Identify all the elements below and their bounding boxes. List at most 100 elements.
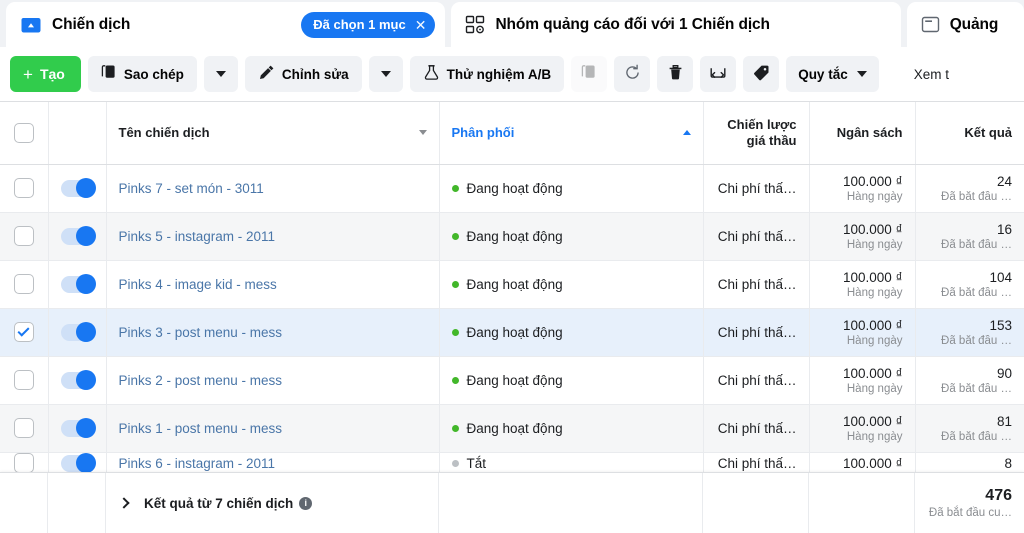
table-row[interactable]: Pinks 4 - image kid - mess Đang hoạt động…	[0, 260, 1024, 309]
campaign-table: Tên chiến dịch Phân phối Chiến lược giá …	[0, 102, 1024, 474]
row-checkbox[interactable]	[13, 178, 34, 198]
row-checkbox[interactable]	[13, 418, 34, 438]
row-status-toggle[interactable]	[60, 226, 96, 246]
campaign-name-link[interactable]: Pinks 7 - set món - 3011	[119, 181, 427, 196]
row-name-cell[interactable]: Pinks 1 - post menu - mess	[106, 404, 440, 453]
summary-footer: Kết quả từ 7 chiến dịch i 476 Đã bắt đầu…	[0, 472, 1024, 533]
row-status-toggle[interactable]	[60, 418, 96, 438]
budget-value: 100.000 ₫	[843, 317, 903, 333]
export-button[interactable]	[700, 56, 737, 92]
table-row[interactable]: Pinks 5 - instagram - 2011 Đang hoạt động…	[0, 212, 1024, 261]
row-name-cell[interactable]: Pinks 5 - instagram - 2011	[106, 212, 440, 261]
row-toggle-cell[interactable]	[48, 164, 107, 213]
row-checkbox-cell[interactable]	[0, 404, 49, 453]
table-row[interactable]: Pinks 2 - post menu - mess Đang hoạt động…	[0, 356, 1024, 405]
row-toggle-cell[interactable]	[48, 356, 107, 405]
row-name-cell[interactable]: Pinks 6 - instagram - 2011	[106, 452, 440, 474]
view-button-label: Xem t	[913, 66, 949, 82]
campaign-name-link[interactable]: Pinks 5 - instagram - 2011	[119, 229, 427, 244]
create-button[interactable]: + Tạo	[10, 56, 81, 92]
delete-button[interactable]	[657, 56, 694, 92]
delivery-status-label: Tắt	[466, 455, 487, 471]
table-header: Tên chiến dịch Phân phối Chiến lược giá …	[0, 102, 1024, 165]
row-toggle-cell[interactable]	[48, 404, 107, 453]
campaign-name-link[interactable]: Pinks 3 - post menu - mess	[119, 325, 427, 340]
refresh-button[interactable]	[614, 56, 651, 92]
tab-campaign[interactable]: Chiến dịch Đã chọn 1 mục ✕	[6, 2, 446, 47]
column-header-campaign-name[interactable]: Tên chiến dịch	[106, 102, 440, 165]
create-button-label: Tạo	[39, 66, 65, 82]
abtest-button[interactable]: Thử nghiệm A/B	[409, 56, 565, 92]
summary-bid-cell	[703, 472, 809, 533]
row-toggle-cell[interactable]	[48, 260, 107, 309]
toggle-knob	[75, 453, 96, 474]
campaign-table-container: Tên chiến dịch Phân phối Chiến lược giá …	[0, 102, 1024, 533]
chevron-down-icon[interactable]	[418, 130, 427, 136]
row-toggle-cell[interactable]	[48, 212, 107, 261]
row-checkbox-cell[interactable]	[0, 356, 49, 405]
row-checkbox[interactable]	[13, 226, 34, 246]
toggle-knob	[75, 178, 96, 198]
select-all-header[interactable]	[0, 102, 49, 165]
table-row[interactable]: Pinks 1 - post menu - mess Đang hoạt động…	[0, 404, 1024, 453]
row-name-cell[interactable]: Pinks 4 - image kid - mess	[106, 260, 440, 309]
row-name-cell[interactable]: Pinks 2 - post menu - mess	[106, 356, 440, 405]
row-checkbox-cell[interactable]	[0, 308, 49, 357]
edit-dropdown-button[interactable]	[368, 56, 403, 92]
table-row[interactable]: Pinks 3 - post menu - mess Đang hoạt động…	[0, 308, 1024, 357]
row-toggle-cell[interactable]	[48, 308, 107, 357]
info-icon[interactable]: i	[299, 496, 313, 510]
close-icon[interactable]: ✕	[415, 18, 427, 32]
row-checkbox-cell[interactable]	[0, 212, 49, 261]
chevron-right-icon[interactable]	[118, 497, 130, 509]
row-checkbox-cell[interactable]	[0, 260, 49, 309]
duplicate-dropdown-button[interactable]	[203, 56, 238, 92]
column-header-delivery-label: Phân phối	[451, 125, 515, 141]
sort-ascending-icon[interactable]	[682, 130, 691, 136]
row-checkbox-cell[interactable]	[0, 164, 49, 213]
row-checkbox-cell[interactable]	[0, 452, 49, 474]
campaign-name-link[interactable]: Pinks 2 - post menu - mess	[119, 373, 427, 388]
tab-ad[interactable]: Quảng	[906, 2, 1024, 47]
tag-button[interactable]	[743, 56, 780, 92]
row-name-cell[interactable]: Pinks 7 - set món - 3011	[106, 164, 440, 213]
select-all-checkbox[interactable]	[13, 122, 34, 143]
toggle-knob	[75, 370, 96, 390]
row-checkbox[interactable]	[13, 274, 34, 294]
row-status-toggle[interactable]	[60, 370, 96, 390]
edit-button[interactable]: Chỉnh sửa	[244, 56, 362, 92]
row-name-cell[interactable]: Pinks 3 - post menu - mess	[106, 308, 440, 357]
adset-grid-icon	[465, 15, 485, 35]
duplicate-button[interactable]: Sao chép	[87, 56, 197, 92]
row-status-toggle[interactable]	[60, 178, 96, 198]
campaign-name-link[interactable]: Pinks 1 - post menu - mess	[119, 421, 427, 436]
row-checkbox[interactable]	[13, 370, 34, 390]
selected-items-pill[interactable]: Đã chọn 1 mục ✕	[301, 11, 436, 38]
table-row[interactable]: Pinks 6 - instagram - 2011 Tắt Chi phí thấ…	[0, 452, 1024, 474]
column-header-delivery[interactable]: Phân phối	[439, 102, 704, 165]
table-header-row: Tên chiến dịch Phân phối Chiến lược giá …	[0, 102, 1024, 165]
summary-result-cell: 476 Đã bắt đầu cu…	[915, 473, 1024, 533]
view-button[interactable]: Xem t	[914, 56, 949, 92]
row-status-toggle[interactable]	[60, 274, 96, 294]
row-checkbox[interactable]	[13, 453, 34, 474]
row-toggle-cell[interactable]	[48, 452, 107, 474]
column-header-budget[interactable]: Ngân sách	[809, 102, 916, 165]
row-status-toggle[interactable]	[60, 322, 96, 342]
campaign-name-link[interactable]: Pinks 4 - image kid - mess	[119, 277, 427, 292]
budget-value: 100.000 ₫	[843, 413, 903, 429]
duplicate-disabled-icon	[581, 64, 597, 84]
rules-button[interactable]: Quy tắc	[786, 56, 879, 92]
row-checkbox[interactable]	[13, 322, 34, 342]
column-header-result[interactable]: Kết quả	[915, 102, 1024, 165]
row-status-toggle[interactable]	[60, 453, 96, 474]
budget-value: 100.000 ₫	[843, 173, 903, 189]
result-value: 104	[989, 269, 1012, 285]
column-header-bid-strategy[interactable]: Chiến lược giá thầu	[703, 102, 810, 165]
result-sublabel: Đã bắt đầu …	[941, 382, 1012, 395]
tab-adset[interactable]: Nhóm quảng cáo đối với 1 Chiến dịch	[451, 2, 901, 47]
row-delivery-cell: Đang hoạt động	[439, 308, 704, 357]
rules-button-label: Quy tắc	[798, 66, 848, 82]
table-row[interactable]: Pinks 7 - set món - 3011 Đang hoạt động Ch…	[0, 164, 1024, 213]
campaign-name-link[interactable]: Pinks 6 - instagram - 2011	[119, 456, 427, 471]
